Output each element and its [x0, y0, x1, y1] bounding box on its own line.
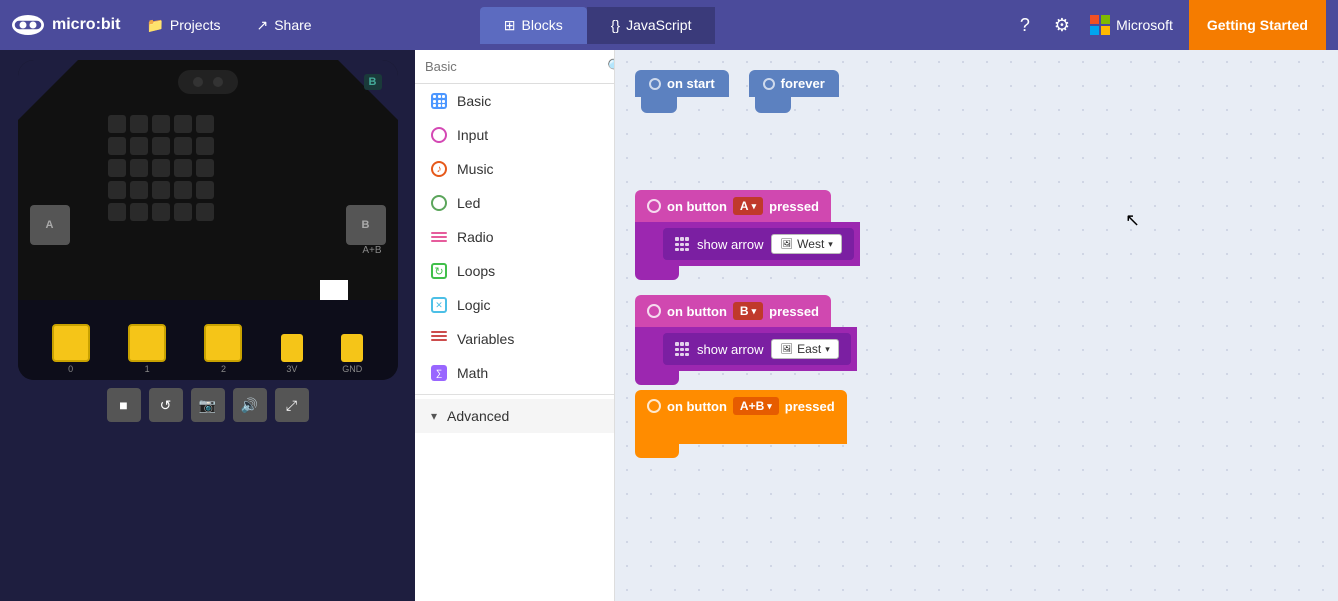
block-on-start[interactable]: on start: [635, 70, 729, 113]
action-show-arrow-east[interactable]: show arrow 🖼 East ▾: [663, 333, 851, 365]
arrow-icon: 🖼: [780, 239, 793, 250]
grid-icon-b: [675, 342, 689, 356]
input-icon: [647, 199, 661, 213]
dropdown-b-icon: ▾: [752, 306, 757, 317]
toolbox: 🔍 Basic Input ♪ Music Led: [415, 50, 615, 601]
pin-2: 2: [204, 324, 242, 374]
toolbox-items: Basic Input ♪ Music Led Radio: [415, 84, 614, 601]
main-area: B A B A+B 0: [0, 50, 1338, 601]
projects-icon: 📁: [146, 17, 163, 34]
block-group-ab: on button A+B ▾ pressed: [635, 390, 847, 458]
blocks-tab[interactable]: ⊞ Blocks: [480, 7, 587, 44]
topnav: micro:bit 📁 Projects ↗ Share ⊞ Blocks {}…: [0, 0, 1338, 50]
button-ab-badge[interactable]: A+B ▾: [733, 397, 779, 415]
led-grid: [108, 115, 214, 221]
logo-text: micro:bit: [52, 16, 120, 34]
pin-gnd: GND: [341, 334, 363, 374]
block-end-a: [635, 266, 679, 280]
nav-right: ? ⚙ Microsoft Getting Started: [1016, 0, 1326, 50]
toolbox-item-math[interactable]: ∑ Math: [415, 356, 614, 390]
dropdown-arrow-icon: ▾: [752, 201, 757, 212]
mode-tabs: ⊞ Blocks {} JavaScript: [480, 7, 716, 44]
simulator-controls: ■ ↺ 📷 🔊 ⤢: [107, 388, 309, 422]
toolbox-item-basic[interactable]: Basic: [415, 84, 614, 118]
logo-icon: [12, 15, 44, 35]
share-icon: ↗: [256, 17, 268, 34]
block-inner-a: show arrow 🖼 West ▾: [635, 222, 860, 266]
settings-button[interactable]: ⚙: [1050, 11, 1074, 40]
event-button-ab[interactable]: on button A+B ▾ pressed: [635, 390, 847, 422]
microbit-device: B A B A+B 0: [18, 60, 398, 380]
toolbox-item-advanced[interactable]: ▾ Advanced: [415, 399, 614, 433]
sound-button[interactable]: 🔊: [233, 388, 267, 422]
logo: micro:bit: [12, 15, 120, 35]
block-end-b: [635, 371, 679, 385]
toolbox-item-loops[interactable]: ↻ Loops: [415, 254, 614, 288]
direction-east-dropdown-icon: ▾: [825, 344, 830, 355]
microsoft-logo: Microsoft: [1090, 15, 1173, 35]
block-ab-body: [635, 422, 847, 444]
toolbox-item-led[interactable]: Led: [415, 186, 614, 220]
simulator-panel: B A B A+B 0: [0, 50, 415, 601]
search-input[interactable]: [425, 59, 601, 74]
button-a[interactable]: A: [30, 205, 70, 245]
block-group-a: on button A ▾ pressed show arrow 🖼: [635, 190, 860, 280]
block-forever[interactable]: forever: [749, 70, 839, 113]
search-bar: 🔍: [415, 50, 614, 84]
blocks-icon: ⊞: [504, 17, 516, 34]
pin-1: 1: [128, 324, 166, 374]
search-icon[interactable]: 🔍: [607, 58, 615, 75]
stop-button[interactable]: ■: [107, 388, 141, 422]
button-b-badge[interactable]: B ▾: [733, 302, 763, 320]
toolbox-item-music[interactable]: ♪ Music: [415, 152, 614, 186]
trigger-row: on start forever: [635, 70, 839, 113]
event-button-a[interactable]: on button A ▾ pressed: [635, 190, 831, 222]
direction-east-badge[interactable]: 🖼 East ▾: [771, 339, 838, 359]
input-icon-ab: [647, 399, 661, 413]
screenshot-button[interactable]: 📷: [191, 388, 225, 422]
chevron-down-icon: ▾: [431, 409, 437, 423]
action-show-arrow-west[interactable]: show arrow 🖼 West ▾: [663, 228, 854, 260]
pin-0: 0: [52, 324, 90, 374]
block-inner-b: show arrow 🖼 East ▾: [635, 327, 857, 371]
help-button[interactable]: ?: [1016, 11, 1034, 40]
projects-button[interactable]: 📁 Projects: [136, 11, 230, 40]
button-b[interactable]: B: [346, 205, 386, 245]
javascript-tab[interactable]: {} JavaScript: [587, 7, 716, 44]
input-icon-b: [647, 304, 661, 318]
workspace[interactable]: on start forever on button A ▾: [615, 50, 1338, 601]
grid-icon: [675, 237, 689, 251]
getting-started-button[interactable]: Getting Started: [1189, 0, 1326, 50]
event-button-b[interactable]: on button B ▾ pressed: [635, 295, 831, 327]
block-end-ab: [635, 444, 679, 458]
toolbox-item-radio[interactable]: Radio: [415, 220, 614, 254]
pin-3v: 3V: [281, 334, 303, 374]
dropdown-ab-icon: ▾: [767, 401, 772, 412]
toolbox-item-variables[interactable]: Variables: [415, 322, 614, 356]
toolbox-divider: [415, 394, 614, 395]
direction-west-badge[interactable]: 🖼 West ▾: [771, 234, 841, 254]
arrow-east-icon: 🖼: [780, 344, 793, 355]
toolbox-item-logic[interactable]: ✕ Logic: [415, 288, 614, 322]
direction-dropdown-icon: ▾: [828, 239, 833, 250]
restart-button[interactable]: ↺: [149, 388, 183, 422]
fullscreen-button[interactable]: ⤢: [275, 388, 309, 422]
block-group-b: on button B ▾ pressed show arrow 🖼: [635, 295, 857, 385]
button-a-badge[interactable]: A ▾: [733, 197, 763, 215]
javascript-icon: {}: [611, 17, 620, 33]
toolbox-item-input[interactable]: Input: [415, 118, 614, 152]
ms-squares-icon: [1090, 15, 1110, 35]
share-button[interactable]: ↗ Share: [246, 11, 321, 40]
